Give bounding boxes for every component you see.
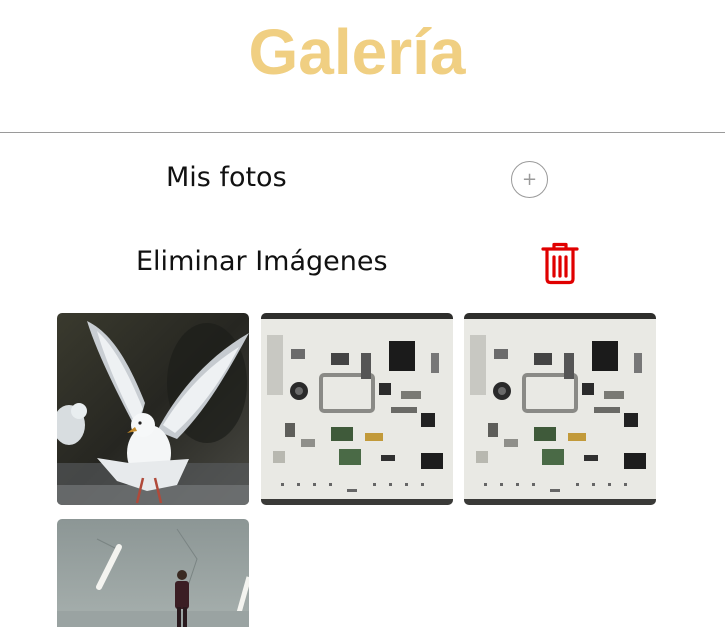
trash-icon — [541, 242, 579, 285]
page-title: Galería — [248, 16, 466, 88]
my-photos-label: Mis fotos — [166, 162, 287, 193]
header-divider — [0, 132, 725, 133]
gallery-page: Galería Mis fotos + Eliminar Imágenes — [0, 0, 725, 627]
add-photo-button[interactable]: + — [511, 161, 548, 198]
electronics-photo — [261, 313, 453, 505]
photo-thumbnail[interactable] — [464, 313, 656, 505]
photo-thumbnail[interactable] — [57, 313, 249, 505]
plus-icon: + — [521, 169, 538, 190]
seagull-photo — [57, 313, 249, 505]
photo-thumbnail[interactable] — [57, 519, 249, 627]
delete-images-label: Eliminar Imágenes — [136, 246, 388, 277]
photo-thumbnail[interactable] — [261, 313, 453, 505]
delete-images-button[interactable] — [540, 241, 580, 285]
electronics-photo — [464, 313, 656, 505]
street-photo — [57, 519, 249, 627]
